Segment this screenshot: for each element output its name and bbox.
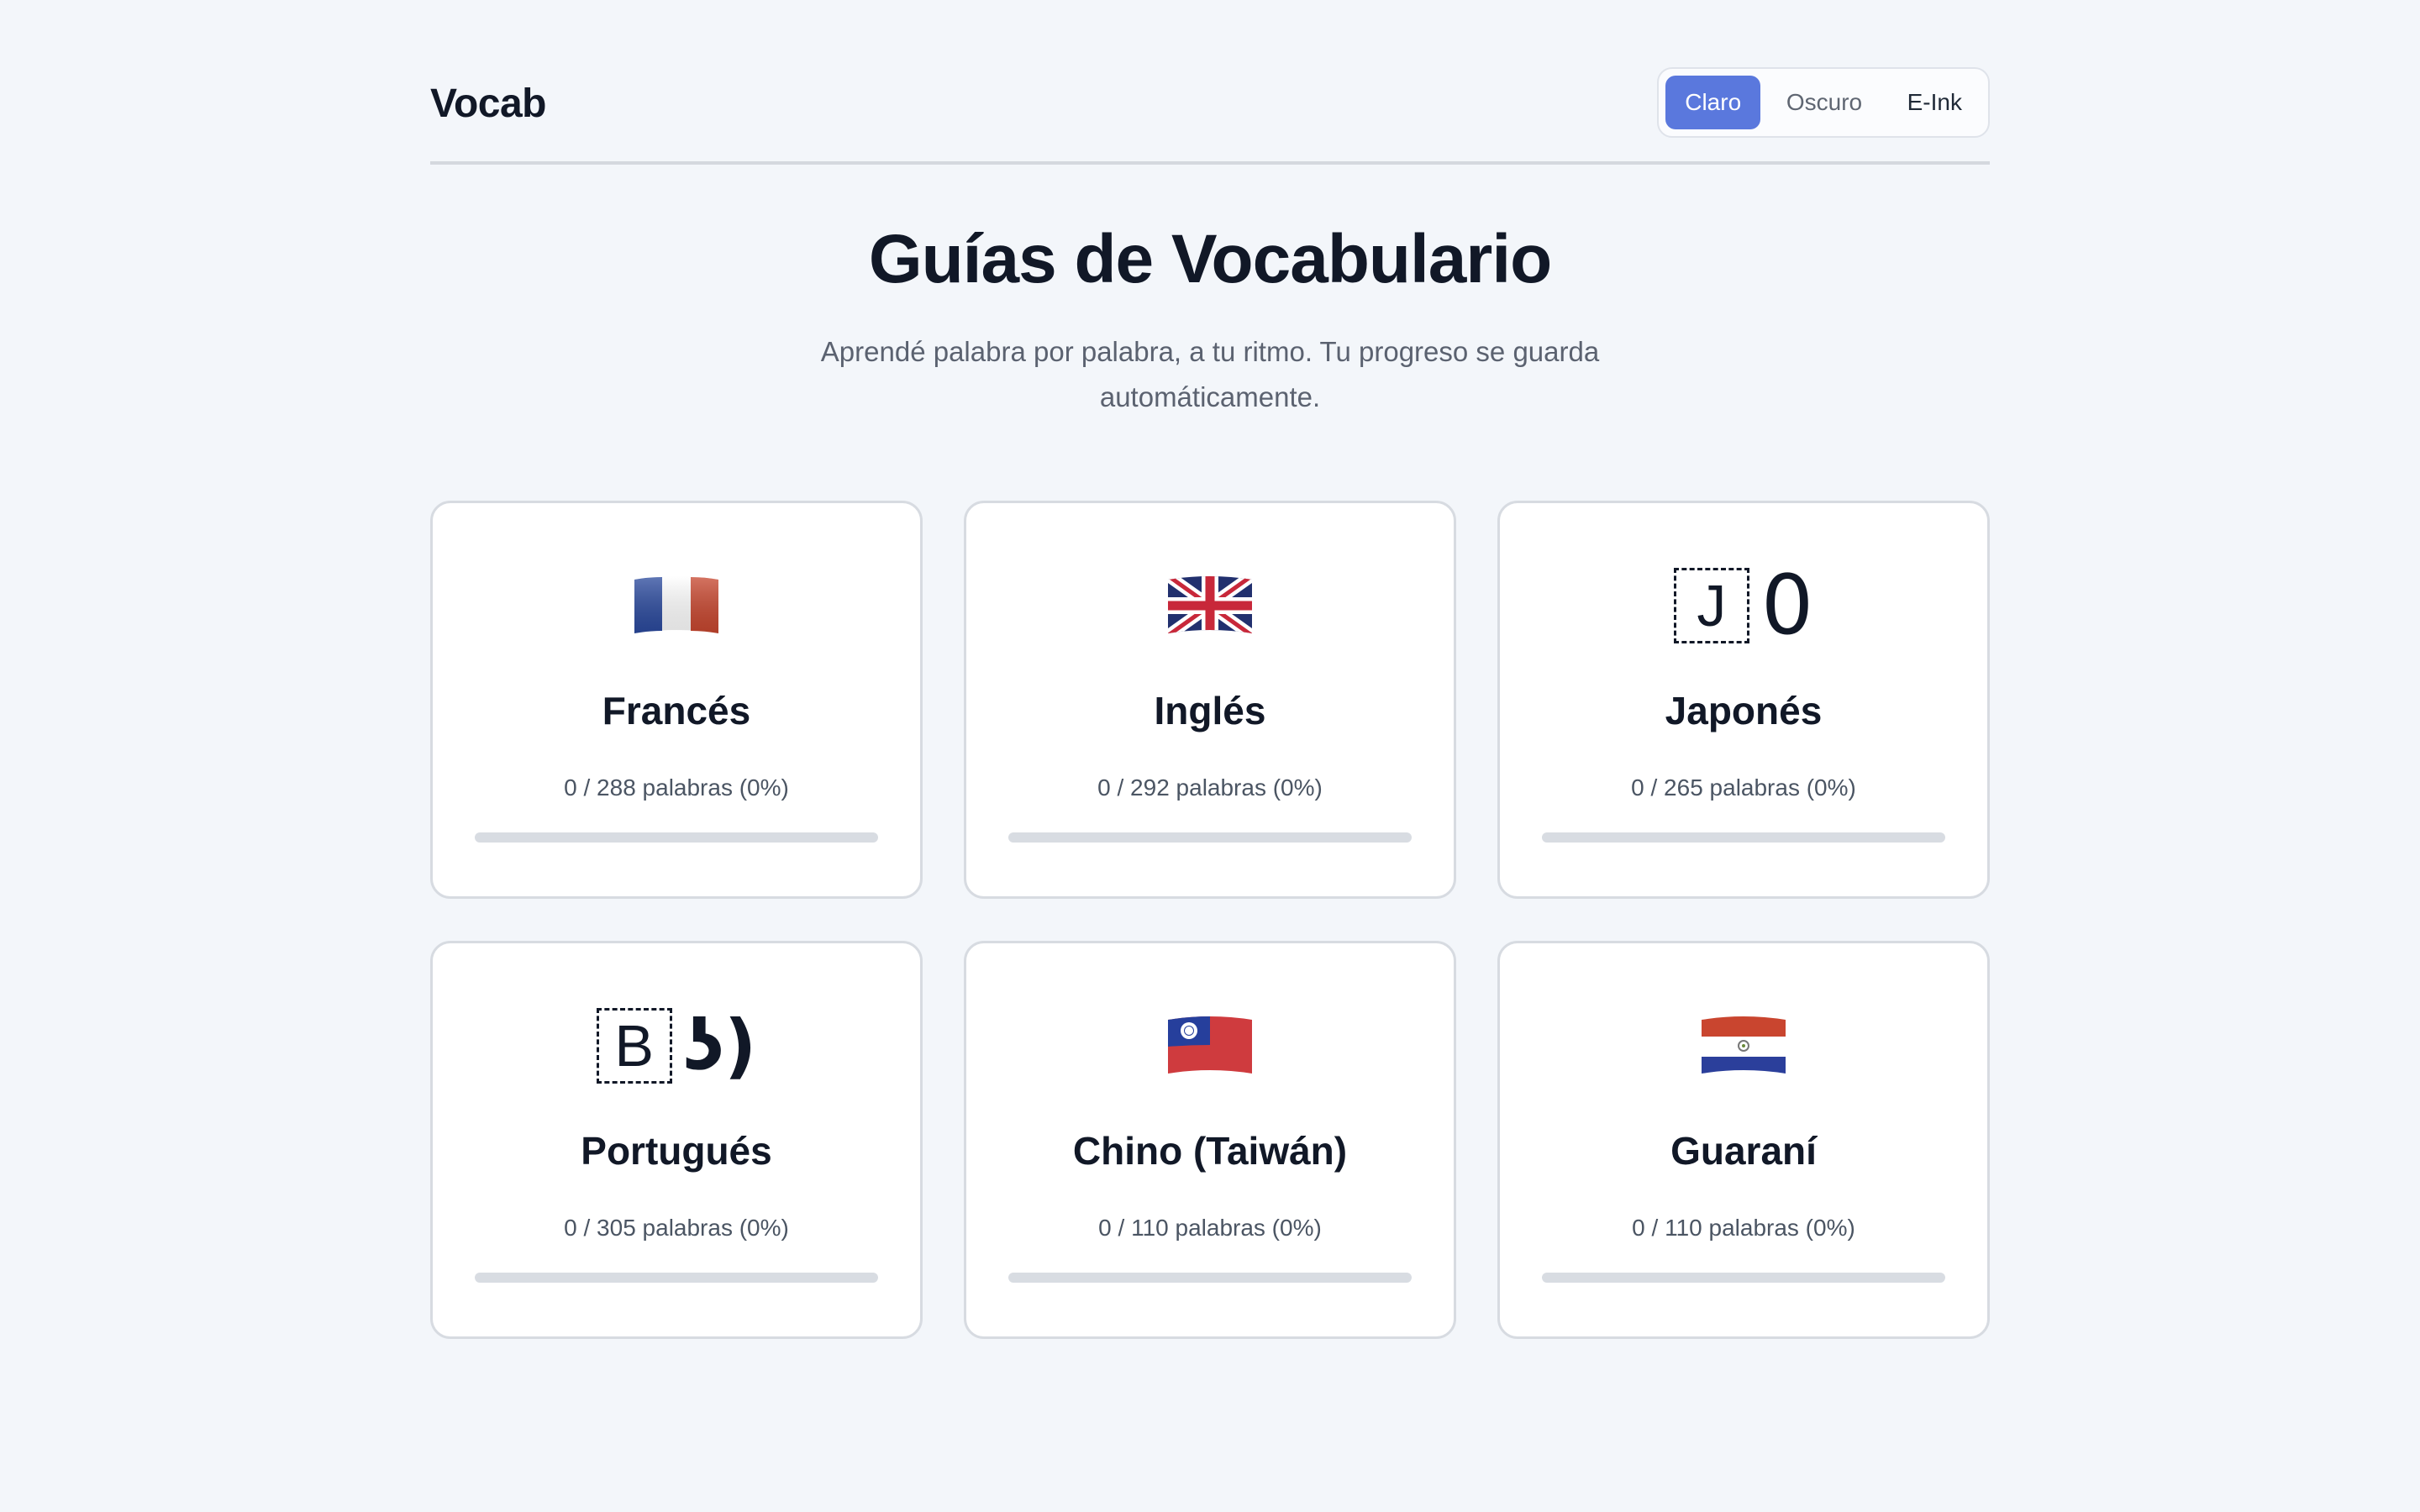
guide-card-ingles[interactable]: Inglés 0 / 292 palabras (0%) [964,501,1456,899]
guide-title: Guaraní [1670,1129,1817,1173]
guide-progress-text: 0 / 292 palabras (0%) [1097,774,1323,801]
guide-title: Francés [602,689,751,732]
brand-logo[interactable]: Vocab [430,81,546,127]
theme-light-button[interactable]: Claro [1665,76,1761,129]
page-title: Guías de Vocabulario [868,221,1552,297]
guide-card-guarani[interactable]: Guaraní 0 / 110 palabras (0%) [1497,941,1990,1339]
guide-progress-bar [475,832,878,843]
guide-title: Japonés [1665,689,1823,732]
theme-eink-button[interactable]: E-Ink [1888,76,1981,129]
page-subtitle: Aprendé palabra por palabra, a tu ritmo.… [820,336,1600,412]
guide-progress-text: 0 / 288 palabras (0%) [564,774,789,801]
missing-glyph-icon: B ʖ) [433,1004,920,1088]
guide-card-portugues[interactable]: B ʖ) Portugués 0 / 305 palabras (0%) [430,941,923,1339]
guide-progress-text: 0 / 265 palabras (0%) [1631,774,1856,801]
guide-title: Portugués [581,1129,772,1173]
uk-flag-icon [966,564,1454,648]
guide-card-japones[interactable]: J 0 Japonés 0 / 265 palabras (0%) [1497,501,1990,899]
france-flag-icon [433,564,920,648]
guide-progress-bar [1542,1273,1945,1283]
theme-dark-button[interactable]: Oscuro [1760,76,1887,129]
guide-card-frances[interactable]: Francés 0 / 288 palabras (0%) [430,501,923,899]
guide-title: Chino (Taiwán) [1072,1129,1348,1173]
theme-switcher: Claro Oscuro E-Ink [1657,67,1990,138]
guide-progress-text: 0 / 110 palabras (0%) [1632,1215,1855,1241]
taiwan-flag-icon [966,1004,1454,1088]
guide-progress-bar [1008,1273,1412,1283]
page: Vocab Claro Oscuro E-Ink Guías de Vocabu… [0,0,2420,1512]
guide-progress-bar [475,1273,878,1283]
guide-card-chino-taiwan[interactable]: Chino (Taiwán) 0 / 110 palabras (0%) [964,941,1456,1339]
guide-progress-bar [1008,832,1412,843]
guide-title: Inglés [1154,689,1266,732]
guide-progress-bar [1542,832,1945,843]
top-header: Vocab Claro Oscuro E-Ink [430,66,1990,165]
guides-grid: Francés 0 / 288 palabras (0%) Inglés 0 /… [430,501,1990,1339]
guide-progress-text: 0 / 110 palabras (0%) [1098,1215,1322,1241]
missing-glyph-icon: J 0 [1500,564,1987,648]
paraguay-flag-icon [1500,1004,1987,1088]
guide-progress-text: 0 / 305 palabras (0%) [564,1215,789,1241]
